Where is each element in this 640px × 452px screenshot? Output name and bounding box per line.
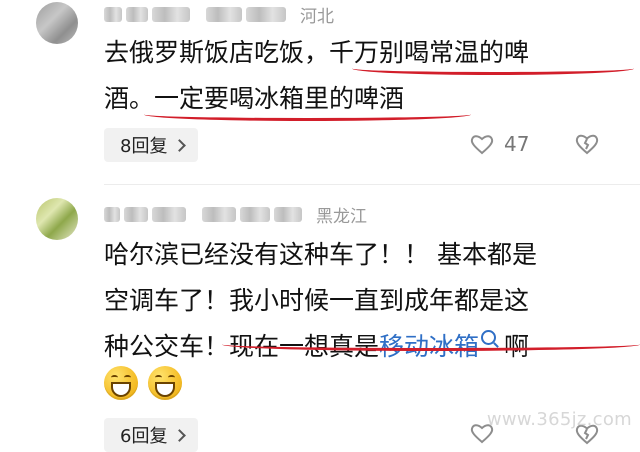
comment-divider — [104, 184, 640, 185]
blurred-date — [240, 206, 270, 222]
watermark: www.365jz.com — [486, 409, 632, 430]
grinning-face-icon — [148, 366, 182, 400]
broken-heart-icon[interactable] — [574, 131, 600, 157]
comment-line: 空调车了！我小时候一直到成年都是这 — [104, 286, 530, 315]
red-underline — [222, 338, 640, 351]
reply-button[interactable]: 6回复 — [104, 418, 199, 452]
blurred-username — [104, 206, 120, 222]
reply-count: 8回复 — [120, 136, 168, 157]
red-underline — [352, 62, 634, 75]
blurred-date — [274, 206, 302, 222]
red-underline — [144, 108, 471, 121]
reply-count: 6回复 — [120, 426, 168, 447]
reply-button[interactable]: 8回复 — [104, 128, 199, 162]
like-count: 47 — [504, 132, 530, 156]
comment-line: 哈尔滨已经没有这种车了！！ 基本都是 — [104, 240, 537, 269]
chevron-right-icon — [173, 139, 187, 152]
comment-text-part: 去俄罗斯饭店吃饭， — [104, 38, 330, 67]
emoji-row — [104, 366, 182, 400]
comment-meta: 黑龙江 — [104, 202, 367, 227]
blurred-username — [152, 6, 190, 22]
chevron-right-icon — [173, 429, 187, 442]
blurred-date — [246, 6, 286, 22]
grinning-face-icon — [104, 366, 138, 400]
comment-meta: 河北 — [104, 2, 334, 27]
blurred-date — [202, 206, 236, 222]
region-label: 黑龙江 — [316, 206, 367, 227]
blurred-username — [104, 6, 122, 22]
avatar[interactable] — [36, 2, 78, 44]
blurred-username — [152, 206, 186, 222]
blurred-username — [124, 206, 148, 222]
avatar[interactable] — [36, 198, 78, 240]
blurred-username — [126, 6, 148, 22]
heart-icon[interactable] — [470, 133, 494, 155]
like-group[interactable]: 47 — [470, 132, 529, 156]
region-label: 河北 — [300, 6, 334, 27]
blurred-date — [206, 6, 242, 22]
